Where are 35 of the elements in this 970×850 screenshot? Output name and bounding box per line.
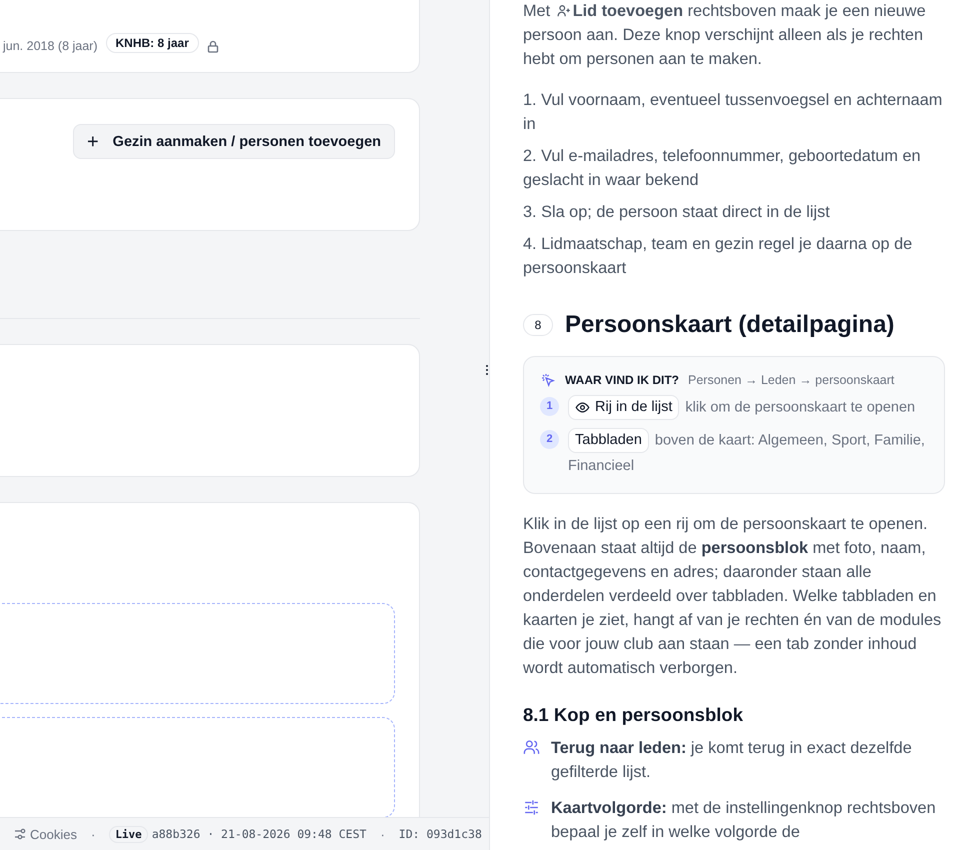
users-icon [523, 738, 540, 756]
membership-badge: KNHB: 8 jaar [106, 33, 199, 53]
birth-date: jun. 2018 (8 jaar) [3, 39, 98, 53]
ui-chip: Rij in de lijst [568, 395, 680, 420]
environment-badge: Live [109, 826, 148, 842]
navigation-path: Personen → Leden → persoonskaart [688, 372, 894, 389]
separator: · [380, 826, 385, 842]
user-plus-icon [556, 4, 571, 18]
step-number: 1 [540, 397, 559, 416]
dropzone[interactable] [0, 603, 395, 704]
add-family-button[interactable]: + Gezin aanmaken / personen toevoegen [72, 124, 395, 159]
bullet-text: Kaartvolgorde: met de instellingenknop rechtsboven bepaal je zelf in welke volgorde de [551, 798, 937, 843]
step-description: Tabbladen boven de kaart: Algemeen, Sport, Familie, Financieel [568, 428, 928, 479]
step-text: 1. Vul voornaam, eventueel tussenvoegsel en achternaam in [523, 90, 944, 135]
intro-text: Met Lid toevoegen rechtsboven maak je een nieuwe persoon aan. Deze knop verschijnt alleen als je rechten hebt om personen aan te maken. [523, 1, 927, 70]
ui-chip: Tabbladen [568, 428, 649, 454]
eye-icon [575, 400, 590, 415]
sliders-icon [14, 828, 26, 840]
step-text: 2. Vul e-mailadres, telefoonnummer, geboortedatum en geslacht in waar bekend [523, 146, 922, 191]
build-info: a88b326 · 21-08-2026 09:48 CEST [152, 827, 366, 841]
separator: · [90, 826, 96, 842]
sliders-icon [523, 798, 540, 816]
session-id: ID: 093d1c38 [398, 827, 482, 841]
step-number: 2 [540, 430, 559, 450]
section-number: 8 [523, 314, 553, 336]
cursor-click-icon [540, 372, 556, 388]
body-text: Klik in de lijst op een rij om de persoonskaart te openen. Bovenaan staat altijd de persoonsblok met foto, naam, contactgegevens en adres; daaronder staan alle onderdelen verdeeld over tabbladen. Welke tabbladen en kaarten je ziet, hangt af van je rechten én van de modules die voor jouw club aan staan — een tab zonder inhoud wordt automatisch verborgen. [523, 514, 942, 679]
subsection-title: 8.1 Kop en persoonsblok [523, 702, 744, 727]
where-label: WAAR VIND IK DIT? [565, 372, 679, 389]
step-description: Rij in de lijst klik om de persoonskaart te openen [568, 395, 916, 420]
cookies-link[interactable]: Cookies [30, 826, 77, 842]
step-text: 3. Sla op; de persoon staat direct in de lijst [523, 202, 831, 223]
bullet-text: Terug naar leden: je komt terug in exact dezelfde gefilterde lijst. [551, 738, 913, 783]
step-text: 4. Lidmaatschap, team en gezin regel je daarna op de persoonskaart [523, 234, 914, 279]
section-title: Persoonskaart (detailpagina) [565, 310, 894, 340]
